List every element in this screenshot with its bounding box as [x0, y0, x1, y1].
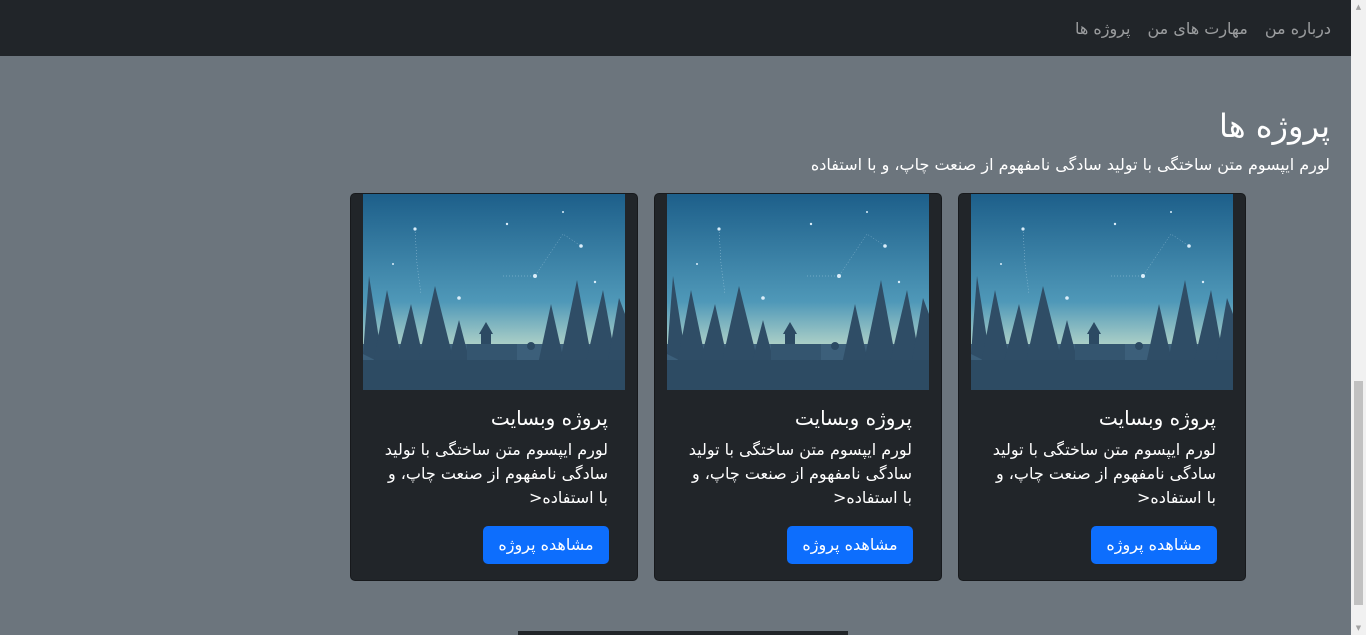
nav-link-skills[interactable]: مهارت های من: [1148, 17, 1248, 41]
project-landscape-image: [667, 194, 929, 390]
project-cards: پروژه وبسایت لورم ایپسوم متن ساختگی با ت…: [0, 193, 1351, 581]
nav-links: درباره من مهارت های من پروژه ها: [1075, 17, 1331, 41]
nav-link-about[interactable]: درباره من: [1265, 17, 1331, 41]
scrollbar-thumb[interactable]: [1354, 381, 1363, 605]
project-card-title: پروژه وبسایت: [1098, 406, 1216, 430]
view-project-button[interactable]: مشاهده پروژه: [483, 526, 609, 564]
project-card: پروژه وبسایت لورم ایپسوم متن ساختگی با ت…: [350, 193, 638, 581]
projects-section-title: پروژه ها: [1218, 107, 1330, 145]
project-card-text: لورم ایپسوم متن ساختگی با تولید سادگی نا…: [992, 440, 1216, 507]
navbar: درباره من مهارت های من پروژه ها: [0, 0, 1351, 56]
nav-link-projects[interactable]: پروژه ها: [1075, 17, 1131, 41]
projects-section-description: لورم ایپسوم متن ساختگی با تولید سادگی نا…: [810, 155, 1330, 174]
page-scrollbar[interactable]: ▲ ▼: [1351, 0, 1366, 635]
view-project-button[interactable]: مشاهده پروژه: [787, 526, 913, 564]
project-card-title: پروژه وبسایت: [490, 406, 608, 430]
bottom-section-edge: [518, 631, 848, 635]
project-card-text: لورم ایپسوم متن ساختگی با تولید سادگی نا…: [384, 440, 608, 507]
project-landscape-image: [971, 194, 1233, 390]
project-landscape-image: [363, 194, 625, 390]
project-card: پروژه وبسایت لورم ایپسوم متن ساختگی با ت…: [958, 193, 1246, 581]
project-card-title: پروژه وبسایت: [794, 406, 912, 430]
scroll-down-arrow-icon[interactable]: ▼: [1354, 623, 1363, 633]
scroll-up-arrow-icon[interactable]: ▲: [1354, 2, 1363, 12]
project-card-text: لورم ایپسوم متن ساختگی با تولید سادگی نا…: [688, 440, 912, 507]
project-card: پروژه وبسایت لورم ایپسوم متن ساختگی با ت…: [654, 193, 942, 581]
view-project-button[interactable]: مشاهده پروژه: [1091, 526, 1217, 564]
